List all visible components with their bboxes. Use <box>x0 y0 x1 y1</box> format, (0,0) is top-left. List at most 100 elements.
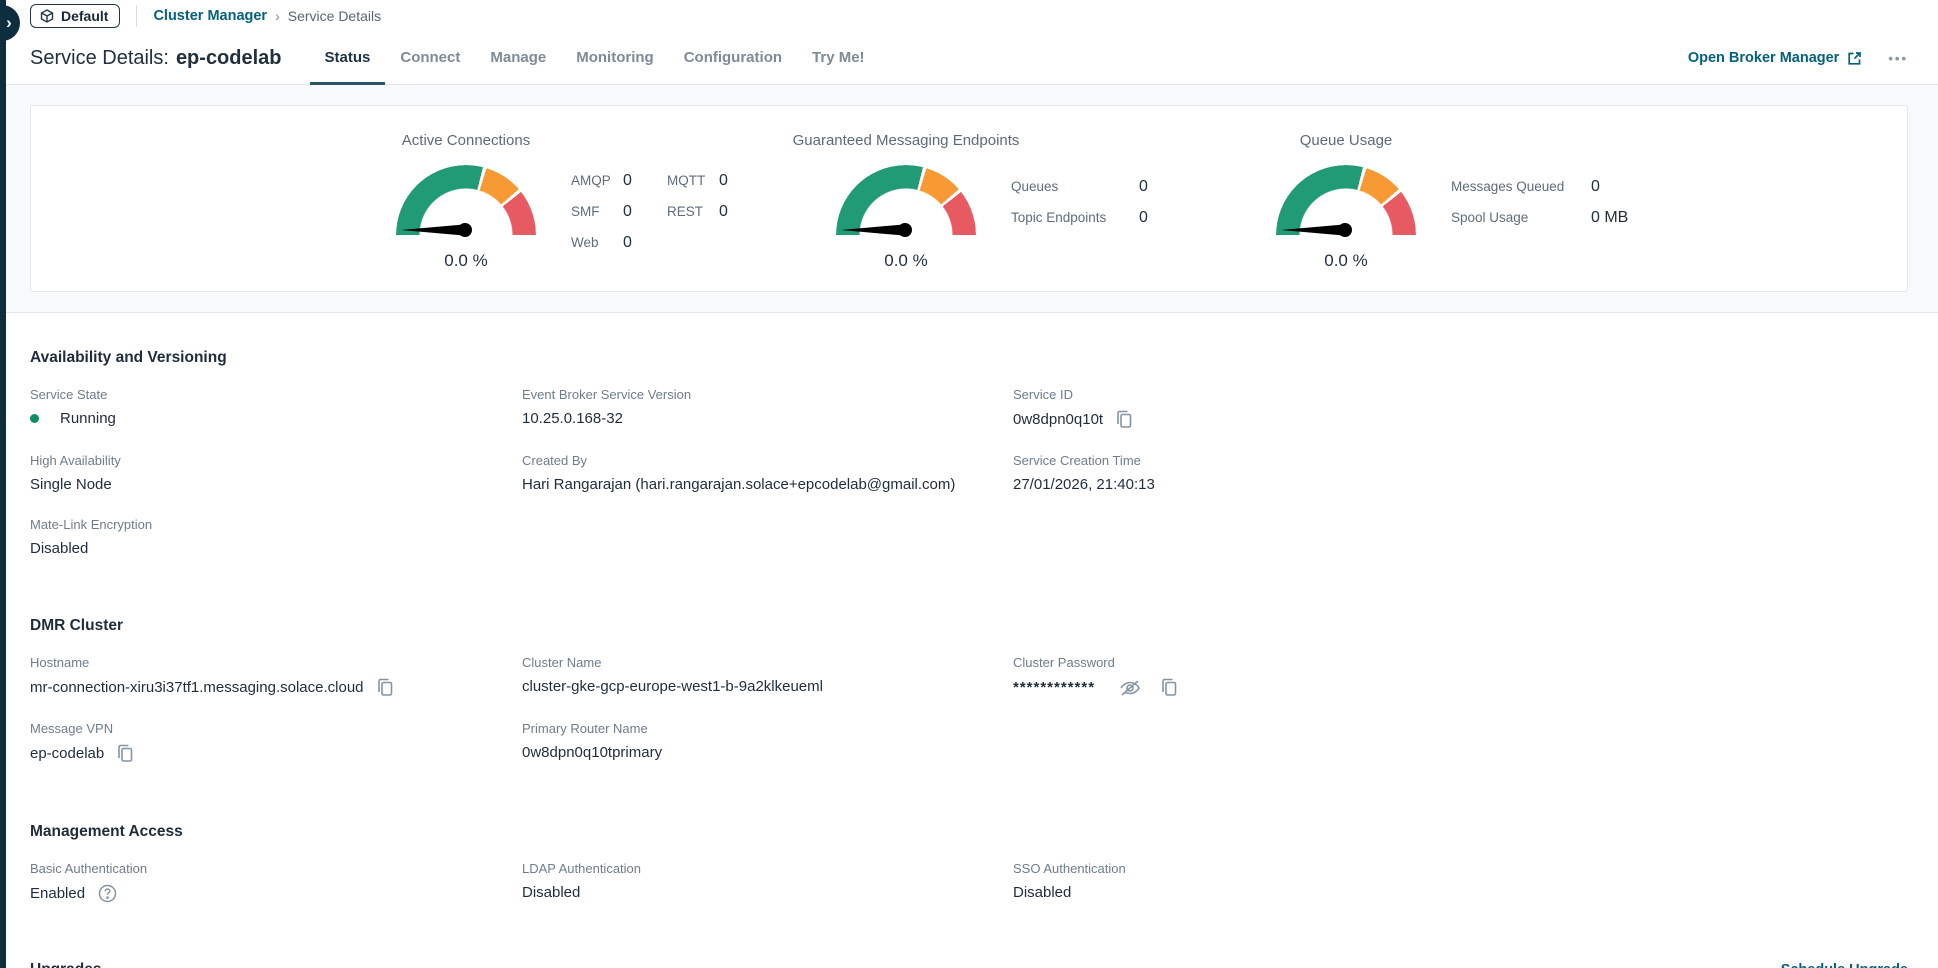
stat-label: AMQP <box>571 170 623 192</box>
hostname-field: Hostname mr-connection-xiru3i37tf1.messa… <box>30 655 522 697</box>
stat-value: 0 <box>1139 207 1189 229</box>
stat-label: Messages Queued <box>1451 176 1591 198</box>
topbar-divider <box>136 5 137 27</box>
high-availability-value: Single Node <box>30 476 522 493</box>
field-label: Mate-Link Encryption <box>30 517 522 532</box>
created-by-field: Created By Hari Rangarajan (hari.rangara… <box>522 453 1013 493</box>
help-icon[interactable] <box>98 884 117 903</box>
hostname-value: mr-connection-xiru3i37tf1.messaging.sola… <box>30 679 364 696</box>
workspace-badge[interactable]: Default <box>30 4 120 28</box>
tab-configuration[interactable]: Configuration <box>669 32 797 85</box>
page-header: Service Details: ep-codelab Status Conne… <box>0 32 1938 85</box>
breadcrumb-cluster-manager[interactable]: Cluster Manager <box>153 8 267 24</box>
tab-bar: Status Connect Manage Monitoring Configu… <box>310 32 880 84</box>
message-vpn-value: ep-codelab <box>30 745 104 762</box>
gauge-title: Queue Usage <box>1300 132 1393 149</box>
tab-manage[interactable]: Manage <box>475 32 561 85</box>
cluster-name-value: cluster-gke-gcp-europe-west1-b-9a2klkeue… <box>522 678 1013 695</box>
eye-off-icon[interactable] <box>1118 679 1142 697</box>
stat-value: 0 <box>1591 176 1651 198</box>
service-state-field: Service State Running <box>30 387 522 429</box>
stat-value: 0 <box>623 201 667 223</box>
upgrades-section-heading: Upgrades <box>30 961 102 968</box>
copy-icon[interactable] <box>1161 678 1178 697</box>
queue-usage-group: Queue Usage 0.0 % Messages Queued 0 Spoo… <box>1241 118 1671 291</box>
service-name: ep-codelab <box>176 47 282 70</box>
service-id-field: Service ID 0w8dpn0q10t <box>1013 387 1908 429</box>
breadcrumb-current: Service Details <box>288 8 381 24</box>
cluster-name-field: Cluster Name cluster-gke-gcp-europe-west… <box>522 655 1013 697</box>
stat-value: 0 <box>719 170 753 192</box>
field-label: Hostname <box>30 655 522 670</box>
mate-link-field: Mate-Link Encryption Disabled <box>30 517 522 557</box>
service-version-field: Event Broker Service Version 10.25.0.168… <box>522 387 1013 429</box>
ldap-auth-field: LDAP Authentication Disabled <box>522 861 1013 903</box>
copy-icon[interactable] <box>117 744 134 763</box>
created-by-value: Hari Rangarajan (hari.rangarajan.solace+… <box>522 476 1013 493</box>
field-label: Service ID <box>1013 387 1908 402</box>
message-vpn-field: Message VPN ep-codelab <box>30 721 522 763</box>
stat-value: 0 MB <box>1591 207 1651 229</box>
gauge-value: 0.0 % <box>444 251 487 271</box>
active-connections-gauge <box>396 165 536 237</box>
guaranteed-messaging-gauge <box>836 165 976 237</box>
stat-value: 0 <box>719 201 753 223</box>
field-label: LDAP Authentication <box>522 861 1013 876</box>
stat-value: 0 <box>623 232 667 254</box>
copy-icon[interactable] <box>1116 410 1133 429</box>
field-label: Cluster Password <box>1013 655 1908 670</box>
stat-label: REST <box>667 201 719 223</box>
high-availability-field: High Availability Single Node <box>30 453 522 493</box>
collapsed-sidebar-edge <box>0 0 6 968</box>
gauge-title: Guaranteed Messaging Endpoints <box>793 132 1020 149</box>
breadcrumb-separator-icon: › <box>275 8 280 24</box>
page-title: Service Details: ep-codelab <box>30 32 282 84</box>
stat-label: Spool Usage <box>1451 207 1591 229</box>
stat-value: 0 <box>1139 176 1189 198</box>
schedule-upgrade-link[interactable]: Schedule Upgrade <box>1781 962 1908 968</box>
tab-monitoring[interactable]: Monitoring <box>561 32 668 85</box>
open-broker-manager-label: Open Broker Manager <box>1688 50 1840 66</box>
stat-label: SMF <box>571 201 623 223</box>
external-link-icon <box>1847 51 1862 66</box>
field-label: Service State <box>30 387 522 402</box>
workspace-box-icon <box>40 9 54 23</box>
gauge-needle-pivot <box>458 223 472 237</box>
field-label: SSO Authentication <box>1013 861 1908 876</box>
copy-icon[interactable] <box>377 678 394 697</box>
tab-try-me[interactable]: Try Me! <box>797 32 880 85</box>
stat-label: MQTT <box>667 170 719 192</box>
active-connections-group: Active Connections 0.0 % AMQP 0 MQTT 0 S… <box>361 118 791 291</box>
gauge-value: 0.0 % <box>1324 251 1367 271</box>
gauge-needle-pivot <box>1338 223 1352 237</box>
ldap-auth-value: Disabled <box>522 884 1013 901</box>
basic-auth-value: Enabled <box>30 885 85 902</box>
field-label: Primary Router Name <box>522 721 1013 736</box>
field-label: High Availability <box>30 453 522 468</box>
tab-status[interactable]: Status <box>310 32 386 85</box>
mate-link-value: Disabled <box>30 540 522 557</box>
creation-time-field: Service Creation Time 27/01/2026, 21:40:… <box>1013 453 1908 493</box>
page-title-prefix: Service Details: <box>30 47 169 70</box>
upgrades-header-row: Upgrades Schedule Upgrade <box>30 961 1908 968</box>
queue-usage-gauge <box>1276 165 1416 237</box>
cluster-password-field: Cluster Password ************ <box>1013 655 1908 697</box>
field-label: Event Broker Service Version <box>522 387 1013 402</box>
field-label: Basic Authentication <box>30 861 522 876</box>
availability-section-heading: Availability and Versioning <box>30 349 1908 367</box>
creation-time-value: 27/01/2026, 21:40:13 <box>1013 476 1908 493</box>
dmr-section-heading: DMR Cluster <box>30 617 1908 635</box>
stat-label: Web <box>571 232 623 254</box>
running-status-dot <box>30 414 39 423</box>
open-broker-manager-link[interactable]: Open Broker Manager <box>1688 50 1863 66</box>
gauge-needle-pivot <box>898 223 912 237</box>
management-section-heading: Management Access <box>30 823 1908 841</box>
primary-router-field: Primary Router Name 0w8dpn0q10tprimary <box>522 721 1013 763</box>
tab-connect[interactable]: Connect <box>385 32 475 85</box>
stat-label: Topic Endpoints <box>1011 207 1139 229</box>
more-actions-button[interactable]: ••• <box>1888 51 1908 66</box>
sso-auth-value: Disabled <box>1013 884 1908 901</box>
primary-router-value: 0w8dpn0q10tprimary <box>522 744 1013 761</box>
stat-value: 0 <box>623 170 667 192</box>
queue-usage-stats: Messages Queued 0 Spool Usage 0 MB <box>1451 176 1651 291</box>
